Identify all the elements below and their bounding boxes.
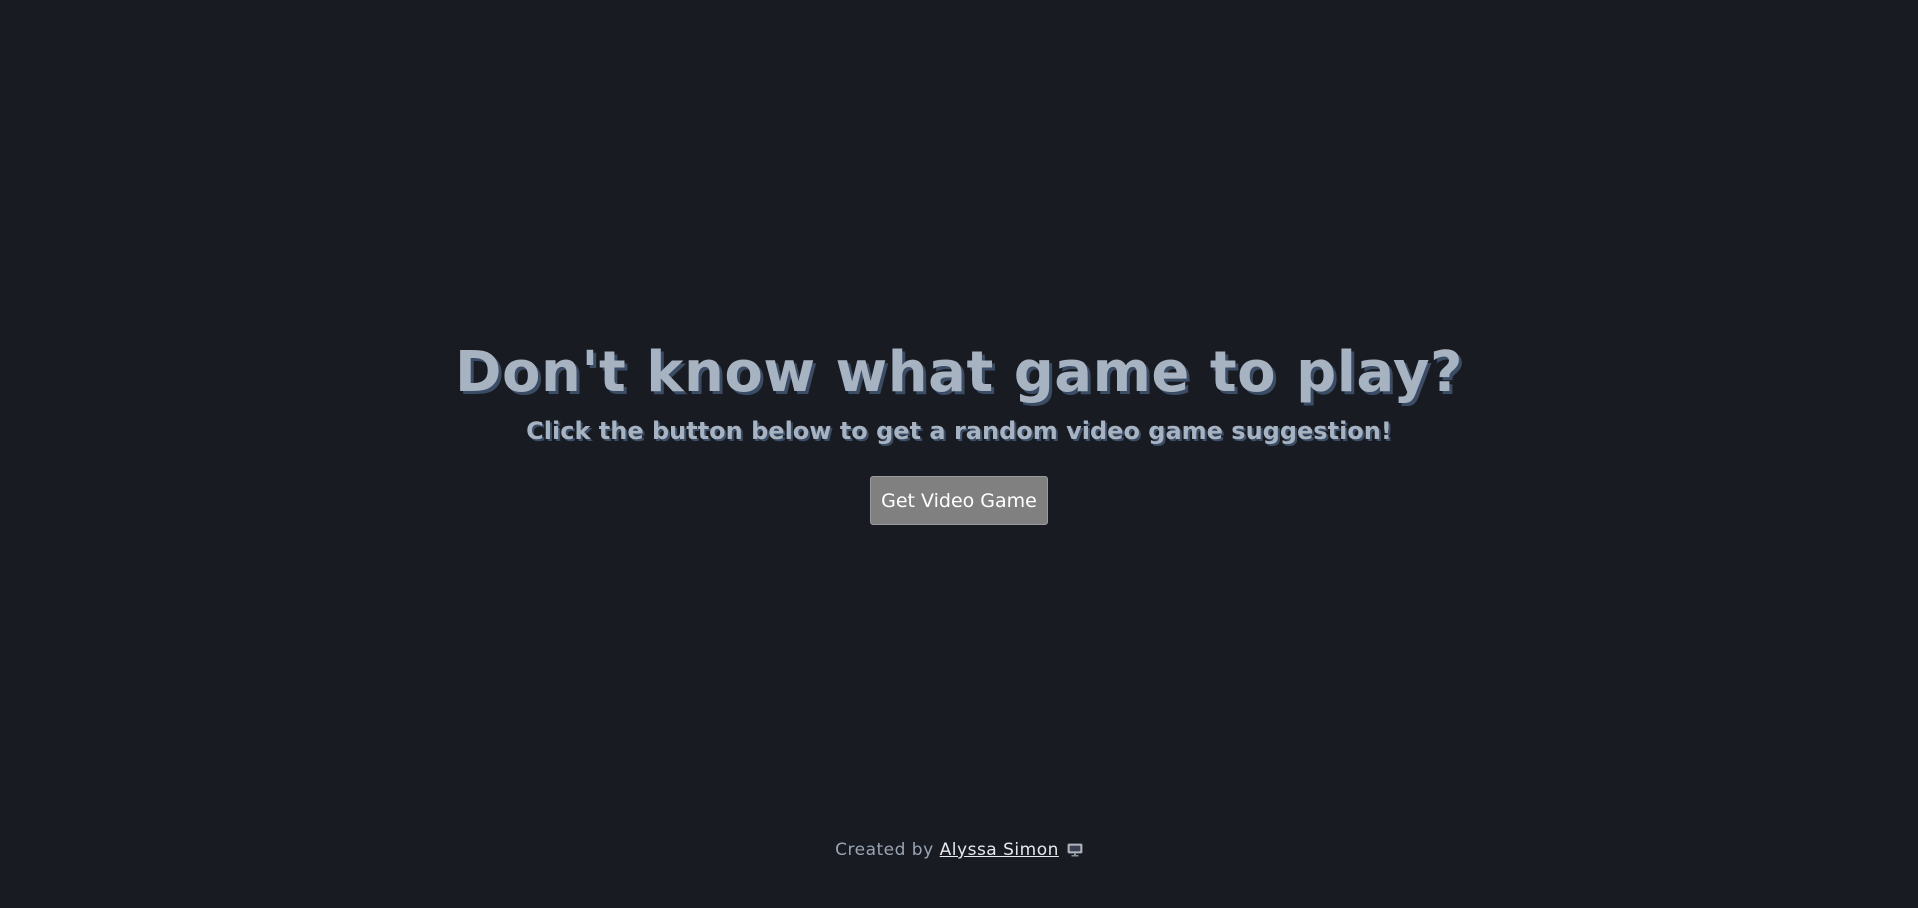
get-video-game-button[interactable]: Get Video Game: [870, 476, 1048, 525]
hero: Don't know what game to play? Click the …: [0, 336, 1918, 525]
author-link[interactable]: Alyssa Simon: [940, 840, 1059, 860]
footer: Created by Alyssa Simon: [0, 840, 1918, 860]
page: Don't know what game to play? Click the …: [0, 0, 1918, 908]
monitor-icon: [1067, 843, 1083, 857]
footer-created-by: Created by: [835, 840, 934, 860]
page-title: Don't know what game to play?: [455, 340, 1463, 405]
page-subtitle: Click the button below to get a random v…: [526, 417, 1392, 445]
